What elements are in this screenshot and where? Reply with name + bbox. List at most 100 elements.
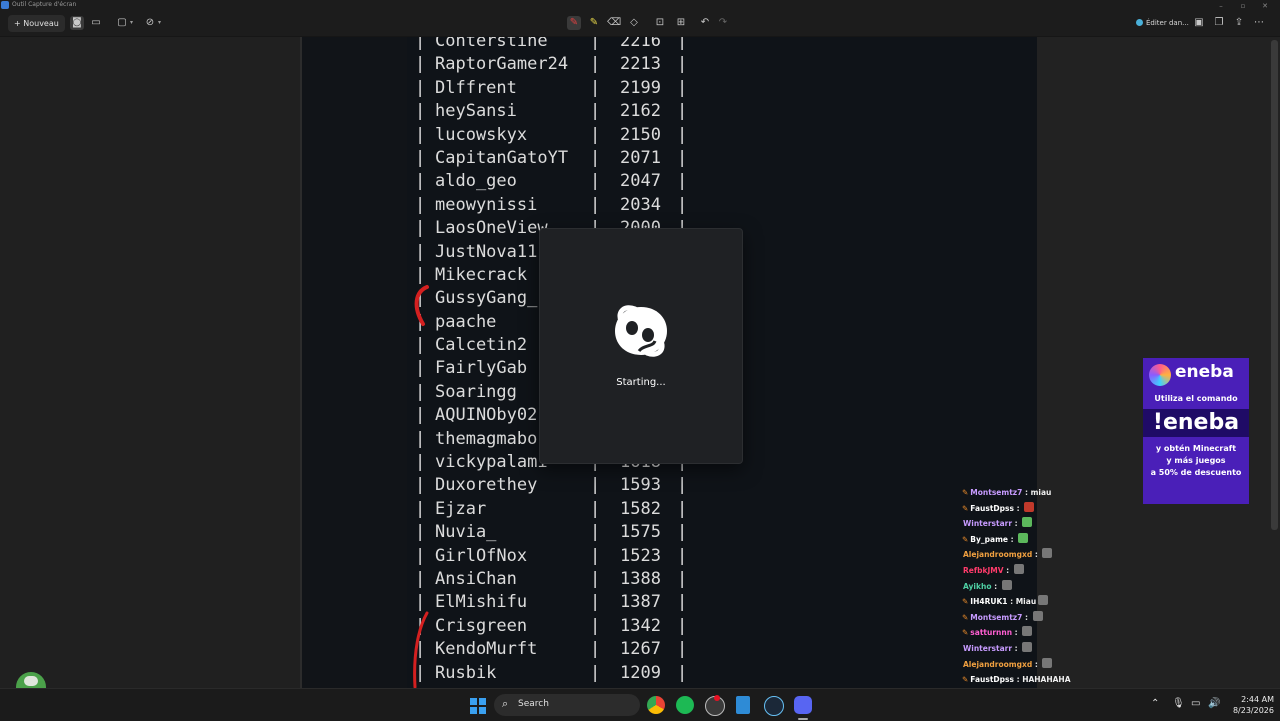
undo-icon[interactable]: ↶ <box>698 16 712 30</box>
close-button[interactable]: ✕ <box>1254 0 1276 12</box>
text-actions-icon[interactable]: ⊞ <box>674 16 688 30</box>
leaderboard-row: | Dlffrent | 2199 | <box>415 77 835 100</box>
notepad-icon[interactable] <box>736 696 750 714</box>
shapes-icon[interactable]: ◇ <box>627 16 641 30</box>
edit-in-app-button[interactable]: Éditer dan... <box>1136 16 1189 30</box>
chat-message: ✎ FaustDpss : HAHAHAHA <box>962 675 1071 685</box>
new-snip-button[interactable]: + Nouveau <box>8 15 65 32</box>
player-name: lucowskyx <box>435 124 528 145</box>
chat-message: ✎ IH4RUK1 : Miau <box>962 594 1049 609</box>
chat-username: Montsemtz7 <box>970 488 1023 497</box>
player-score: 2071 <box>620 147 661 168</box>
spotify-icon[interactable] <box>676 696 694 714</box>
emote-icon <box>1042 657 1053 668</box>
chat-message: ✎ Montsemtz7 : miau <box>962 488 1052 497</box>
chevron-down-icon[interactable]: ▾ <box>130 16 133 30</box>
chrome-icon[interactable] <box>647 696 665 714</box>
chat-text: miau <box>1030 488 1052 497</box>
player-name: CapitanGatoYT <box>435 147 569 168</box>
steam-icon[interactable] <box>764 696 784 716</box>
player-name: paache <box>435 311 497 332</box>
chat-message: Winterstarr : <box>963 516 1033 531</box>
leaderboard-row: | RaptorGamer24 | 2213 | <box>415 53 835 76</box>
taskbar-clock[interactable]: 2:44 AM 8/23/2026 <box>1222 694 1274 716</box>
player-name: Dlffrent <box>435 77 517 98</box>
player-name: heySansi <box>435 101 517 122</box>
player-score: 2150 <box>620 124 661 145</box>
leaderboard-row: | Conterstine | 2216 | <box>415 37 835 53</box>
screenshot-mode-icon[interactable]: ◙ <box>70 16 84 30</box>
video-mode-icon[interactable]: ▭ <box>89 16 103 30</box>
no-delay-icon[interactable]: ⊘ <box>143 16 157 30</box>
player-score: 1388 <box>620 568 661 589</box>
chat-username: By_pame <box>970 534 1008 544</box>
crop-icon[interactable]: ⊡ <box>653 16 667 30</box>
chevron-up-icon[interactable]: ⌃ <box>1151 698 1159 709</box>
pencil-badge-icon: ✎ <box>962 534 969 544</box>
taskbar-search[interactable]: ⌕ Search <box>494 694 640 716</box>
eraser-icon[interactable]: ⌫ <box>607 16 621 30</box>
minimize-button[interactable]: – <box>1210 0 1232 12</box>
chat-message: Alejandroomgxd : <box>963 657 1053 672</box>
emote-icon <box>1022 642 1033 652</box>
microphone-icon[interactable]: 🎙 <box>1172 698 1185 709</box>
chat-username: Ayikho <box>963 581 992 591</box>
discord-logo-icon <box>615 305 667 357</box>
snip-shape-icon[interactable]: ▢ <box>115 16 129 30</box>
chevron-down-icon[interactable]: ▾ <box>158 16 161 30</box>
player-score: 2034 <box>620 194 661 215</box>
chat-message: ✎ FaustDpss : <box>962 501 1035 516</box>
scrollbar[interactable] <box>1271 40 1278 530</box>
pencil-badge-icon: ✎ <box>962 503 969 513</box>
highlighter-icon[interactable]: ✎ <box>587 16 601 30</box>
player-score: 1593 <box>620 475 661 496</box>
player-score: 1582 <box>620 498 661 519</box>
avatar <box>16 672 46 688</box>
more-options-icon[interactable]: ⋯ <box>1252 16 1266 30</box>
eneba-brand: eneba <box>1175 362 1234 382</box>
player-name: GussyGang_ <box>435 288 538 309</box>
ad-line2b: y más juegos <box>1166 456 1226 465</box>
emote-icon <box>1032 610 1043 621</box>
chat-text: HAHAHAHA <box>1022 675 1071 685</box>
leaderboard-row: | CapitanGatoYT | 2071 | <box>415 147 835 170</box>
emote-icon <box>1022 626 1033 637</box>
player-name: LaosOneView <box>435 218 548 239</box>
chat-username: satturnnn <box>970 628 1013 638</box>
volume-icon[interactable]: 🔊 <box>1208 698 1220 709</box>
splash-status: Starting... <box>616 377 666 388</box>
leaderboard-row: | meowynissi | 2034 | <box>415 194 835 217</box>
maximize-button[interactable]: ▫ <box>1232 0 1254 12</box>
discord-splash-window: Starting... <box>539 228 743 464</box>
share-icon[interactable]: ⇪ <box>1232 16 1246 30</box>
ad-line1: Utiliza el comando <box>1154 394 1238 403</box>
ballpoint-pen-icon[interactable]: ✎ <box>567 16 581 30</box>
player-score: 2216 <box>620 37 661 51</box>
chat-username: Alejandroomgxd <box>963 550 1033 560</box>
player-name: AQUINOby02 <box>435 405 538 426</box>
player-name: vickypalami <box>435 452 548 473</box>
player-score: 1387 <box>620 592 661 613</box>
chat-username: Winterstarr <box>963 644 1013 653</box>
start-button[interactable] <box>470 698 486 714</box>
chat-overlay: ✎ Montsemtz7 : miau ✎ FaustDpss : Wintersta… <box>962 472 1137 688</box>
chat-username: Alejandroomgxd <box>963 659 1033 669</box>
player-name: GirlOfNox <box>435 545 528 566</box>
save-icon[interactable]: ▣ <box>1192 16 1206 30</box>
player-name: KendoMurft <box>435 639 538 660</box>
chat-text: Miau <box>1015 597 1037 607</box>
clock-date: 8/23/2026 <box>1232 706 1274 715</box>
redo-icon[interactable]: ↷ <box>716 16 730 30</box>
red-pen-mark <box>413 611 429 688</box>
player-name: Crisgreen <box>435 615 528 636</box>
player-score: 2213 <box>620 54 661 75</box>
player-name: meowynissi <box>435 194 538 215</box>
discord-taskbar-icon[interactable] <box>794 696 812 714</box>
ad-line2: y obtén Minecraft y más juegos a 50% de … <box>1143 443 1249 479</box>
emote-icon <box>1038 595 1049 606</box>
clock-time: 2:44 AM <box>1241 695 1274 704</box>
player-name: Ejzar <box>435 498 487 519</box>
network-icon[interactable]: ▭ <box>1191 698 1200 709</box>
copy-icon[interactable]: ❐ <box>1212 16 1226 30</box>
player-name: Duxorethey <box>435 475 538 496</box>
